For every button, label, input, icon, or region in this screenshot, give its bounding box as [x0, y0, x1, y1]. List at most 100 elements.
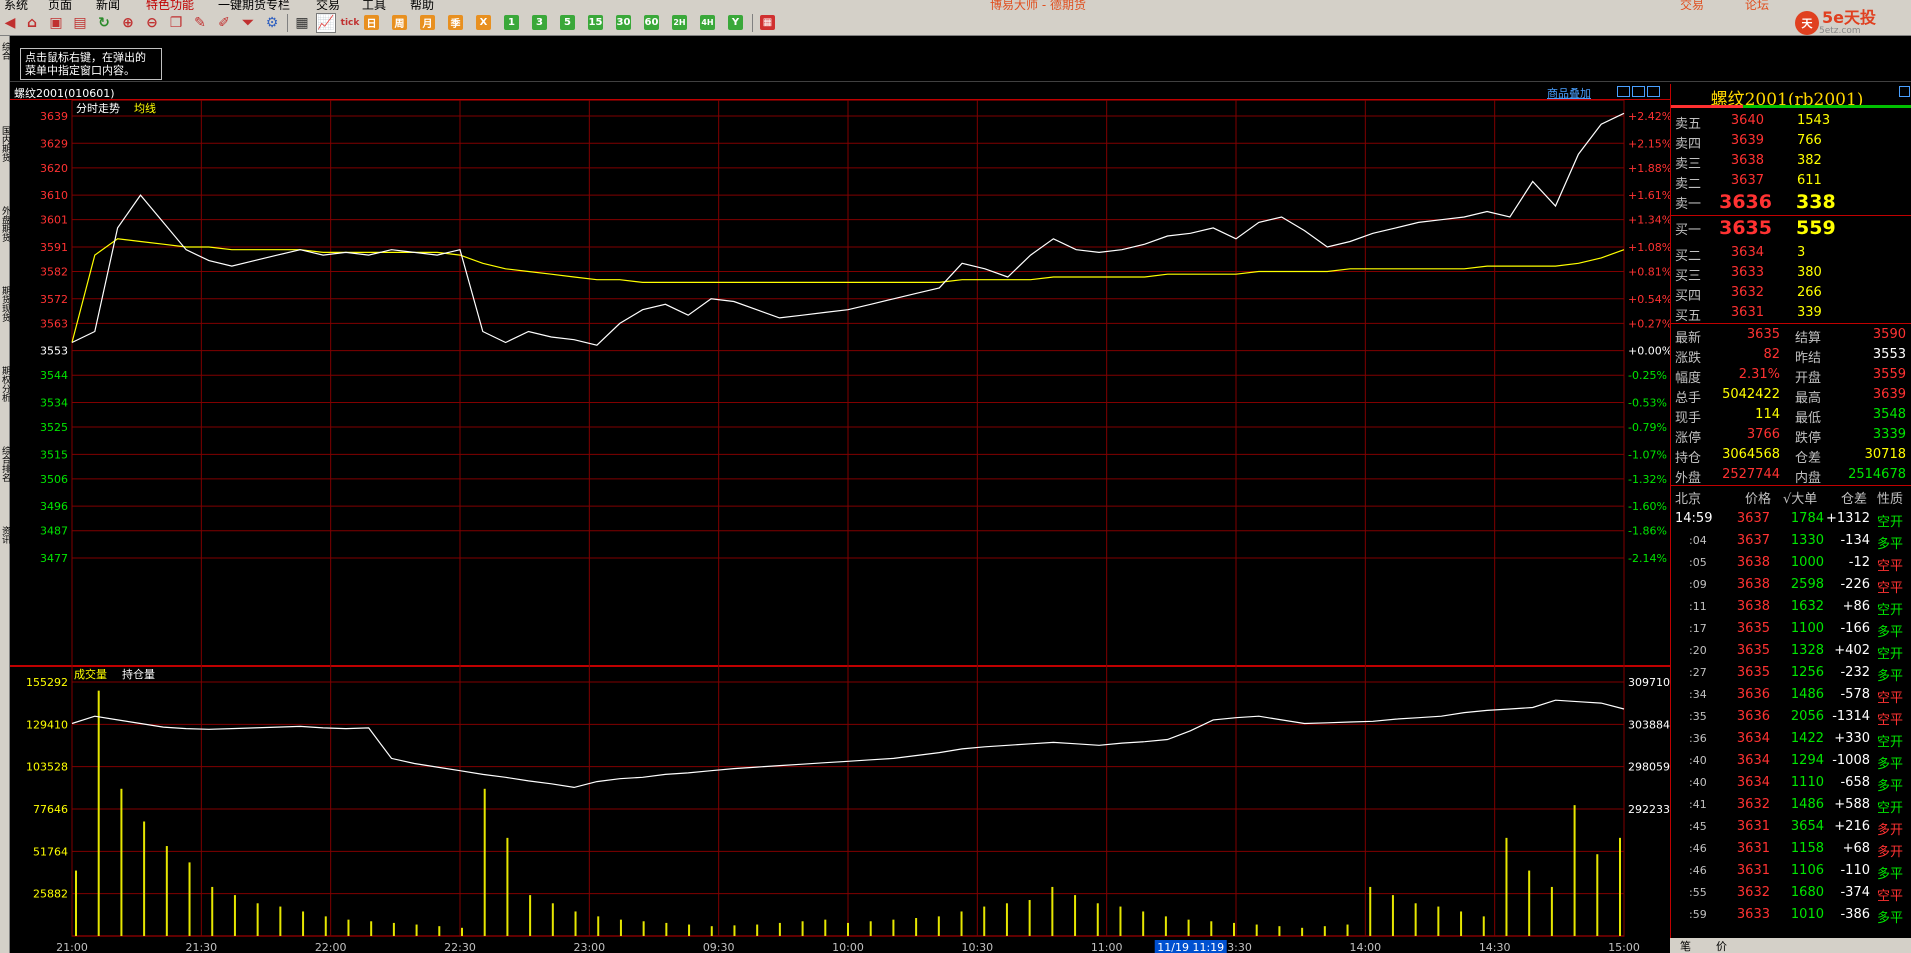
window-icon[interactable]: ❐ — [166, 13, 186, 33]
volume-bar — [1414, 903, 1417, 936]
tick-row[interactable]: :59 3633 1010 -386 多平 — [1671, 904, 1911, 926]
tick-type: 空平 — [1877, 691, 1904, 706]
tick-row[interactable]: :34 3636 1486 -578 空平 — [1671, 684, 1911, 706]
tick-row[interactable]: :55 3632 1680 -374 空平 — [1671, 882, 1911, 904]
tick-row[interactable]: :05 3638 1000 -12 空平 — [1671, 552, 1911, 574]
menu-page[interactable]: 页面 — [48, 0, 72, 10]
tick-row[interactable]: :09 3638 2598 -226 空平 — [1671, 574, 1911, 596]
period-4h-button[interactable]: 4H — [700, 15, 715, 30]
tick-row[interactable]: :46 3631 1158 +68 多开 — [1671, 838, 1911, 860]
period-year-button[interactable]: Y — [728, 15, 743, 30]
bid-row[interactable]: 买一 3635 559 — [1671, 217, 1911, 241]
chart-icon[interactable]: 📈 — [316, 13, 336, 33]
tick-row[interactable]: 14:59 3637 1784 +1312 空开 — [1671, 508, 1911, 530]
pct-tick-label: -1.07% — [1628, 448, 1667, 461]
ask-row[interactable]: 卖三 3638 382 — [1671, 151, 1911, 172]
brush-icon[interactable]: ✐ — [214, 13, 234, 33]
tick-row[interactable]: :20 3635 1328 +402 空开 — [1671, 640, 1911, 662]
volume-bar — [733, 925, 736, 936]
ask-row[interactable]: 卖五 3640 1543 — [1671, 111, 1911, 132]
intraday-chart[interactable]: 3639 +2.42% 3629 +2.15% 3620 +1.88% 3610 +1.61%… — [10, 100, 1670, 953]
panel-maximize-icon[interactable] — [1899, 86, 1910, 97]
left-tab-domestic[interactable]: 国内期货 — [0, 126, 10, 190]
tick-row[interactable]: :41 3632 1486 +588 空开 — [1671, 794, 1911, 816]
period-2h-button[interactable]: 2H — [672, 15, 687, 30]
tick-time: :27 — [1689, 666, 1707, 679]
bid-row[interactable]: 买三 3633 380 — [1671, 263, 1911, 284]
period-quarter-button[interactable]: 季 — [448, 15, 463, 30]
window-restore-icon[interactable] — [1632, 86, 1645, 97]
pen-icon[interactable]: ✎ — [190, 13, 210, 33]
left-tab-ranking[interactable]: 综合排名 — [0, 446, 10, 510]
period-week-button[interactable]: 周 — [392, 15, 407, 30]
window-minimize-icon[interactable] — [1617, 86, 1630, 97]
bid-row[interactable]: 买五 3631 339 — [1671, 303, 1911, 324]
window-maximize-icon[interactable] — [1647, 86, 1660, 97]
chart-area[interactable]: 螺纹2001(010601) 商品叠加 3639 +2.42% 3629 +2.15%… — [10, 84, 1670, 953]
tick-row[interactable]: :45 3631 3654 +216 多开 — [1671, 816, 1911, 838]
menu-help[interactable]: 帮助 — [410, 0, 434, 10]
menu-system[interactable]: 系统 — [4, 0, 28, 10]
volume-bar — [937, 916, 940, 936]
ask-row[interactable]: 卖一 3636 338 — [1671, 191, 1911, 215]
folder-icon[interactable]: ▣ — [46, 13, 66, 33]
menu-tools[interactable]: 工具 — [362, 0, 386, 10]
tick-row[interactable]: :35 3636 2056 -1314 空平 — [1671, 706, 1911, 728]
left-tab-news[interactable]: 资讯 — [0, 526, 10, 590]
zoom-out-icon[interactable]: ⊖ — [142, 13, 162, 33]
tick-row[interactable]: :04 3637 1330 -134 多平 — [1671, 530, 1911, 552]
zoom-in-icon[interactable]: ⊕ — [118, 13, 138, 33]
refresh-icon[interactable]: ↻ — [94, 13, 114, 33]
tick-row[interactable]: :46 3631 1106 -110 多平 — [1671, 860, 1911, 882]
tick-row[interactable]: :11 3638 1632 +86 空开 — [1671, 596, 1911, 618]
period-5-button[interactable]: 5 — [560, 15, 575, 30]
tick-row[interactable]: :36 3634 1422 +330 空开 — [1671, 728, 1911, 750]
period-3-button[interactable]: 3 — [532, 15, 547, 30]
menu-bar: 系统 页面 新闻 特色功能 一键期货专栏 交易 工具 帮助 博易大师 - 德期货… — [0, 0, 1911, 10]
left-tab-options[interactable]: 期权分析 — [0, 366, 10, 430]
back-icon[interactable]: ◀ — [0, 13, 20, 33]
left-tab-overview[interactable]: 综合 — [0, 42, 10, 78]
menu-news[interactable]: 新闻 — [96, 0, 120, 10]
table-icon[interactable]: ▦ — [292, 13, 312, 33]
period-15-button[interactable]: 15 — [588, 15, 603, 30]
price-tick-label: 3477 — [40, 552, 68, 565]
bid-row[interactable]: 买二 3634 3 — [1671, 243, 1911, 264]
bid-row[interactable]: 买四 3632 266 — [1671, 283, 1911, 304]
settings-icon[interactable]: ⚙ — [262, 13, 282, 33]
tick-row[interactable]: :40 3634 1294 -1008 多平 — [1671, 750, 1911, 772]
tick-icon[interactable]: tick — [340, 13, 360, 33]
forum-top-button[interactable]: 论坛 — [1745, 0, 1769, 10]
home-icon[interactable]: ⌂ — [22, 13, 42, 33]
tick-row[interactable]: :17 3635 1100 -166 多平 — [1671, 618, 1911, 640]
calendar-icon[interactable]: ▦ — [760, 15, 775, 30]
trade-top-button[interactable]: 交易 — [1680, 0, 1704, 10]
menu-trade[interactable]: 交易 — [316, 0, 340, 10]
filter-icon[interactable]: ⏷ — [238, 13, 258, 33]
time-tick-label: 21:00 — [56, 941, 88, 953]
bid-label: 买五 — [1675, 309, 1702, 324]
tick-tab-trade[interactable]: 笔 — [1680, 938, 1691, 953]
menu-futures-column[interactable]: 一键期货专栏 — [218, 0, 290, 10]
card-icon[interactable]: ▤ — [70, 13, 90, 33]
overlay-link[interactable]: 商品叠加 — [1547, 85, 1591, 101]
ask-row[interactable]: 卖二 3637 611 — [1671, 171, 1911, 192]
period-day-button[interactable]: 日 — [364, 15, 379, 30]
left-tab-foreign[interactable]: 外盘期货 — [0, 206, 10, 270]
ask-row[interactable]: 卖四 3639 766 — [1671, 131, 1911, 152]
period-x-button[interactable]: X — [476, 15, 491, 30]
volume-bar — [75, 870, 77, 936]
menu-features[interactable]: 特色功能 — [146, 0, 194, 10]
left-tab-spot[interactable]: 期货现货 — [0, 286, 10, 350]
tick-oi-change: +402 — [1834, 643, 1870, 658]
period-30-button[interactable]: 30 — [616, 15, 631, 30]
volume-bar — [1619, 837, 1621, 936]
period-1-button[interactable]: 1 — [504, 15, 519, 30]
period-month-button[interactable]: 月 — [420, 15, 435, 30]
tick-row[interactable]: :27 3635 1256 -232 多平 — [1671, 662, 1911, 684]
tick-tab-price[interactable]: 价 — [1716, 938, 1727, 953]
tick-row[interactable]: :40 3634 1110 -658 多平 — [1671, 772, 1911, 794]
stat-value: 2514678 — [1848, 467, 1906, 482]
period-60-button[interactable]: 60 — [644, 15, 659, 30]
pct-tick-label: +0.00% — [1628, 345, 1670, 358]
